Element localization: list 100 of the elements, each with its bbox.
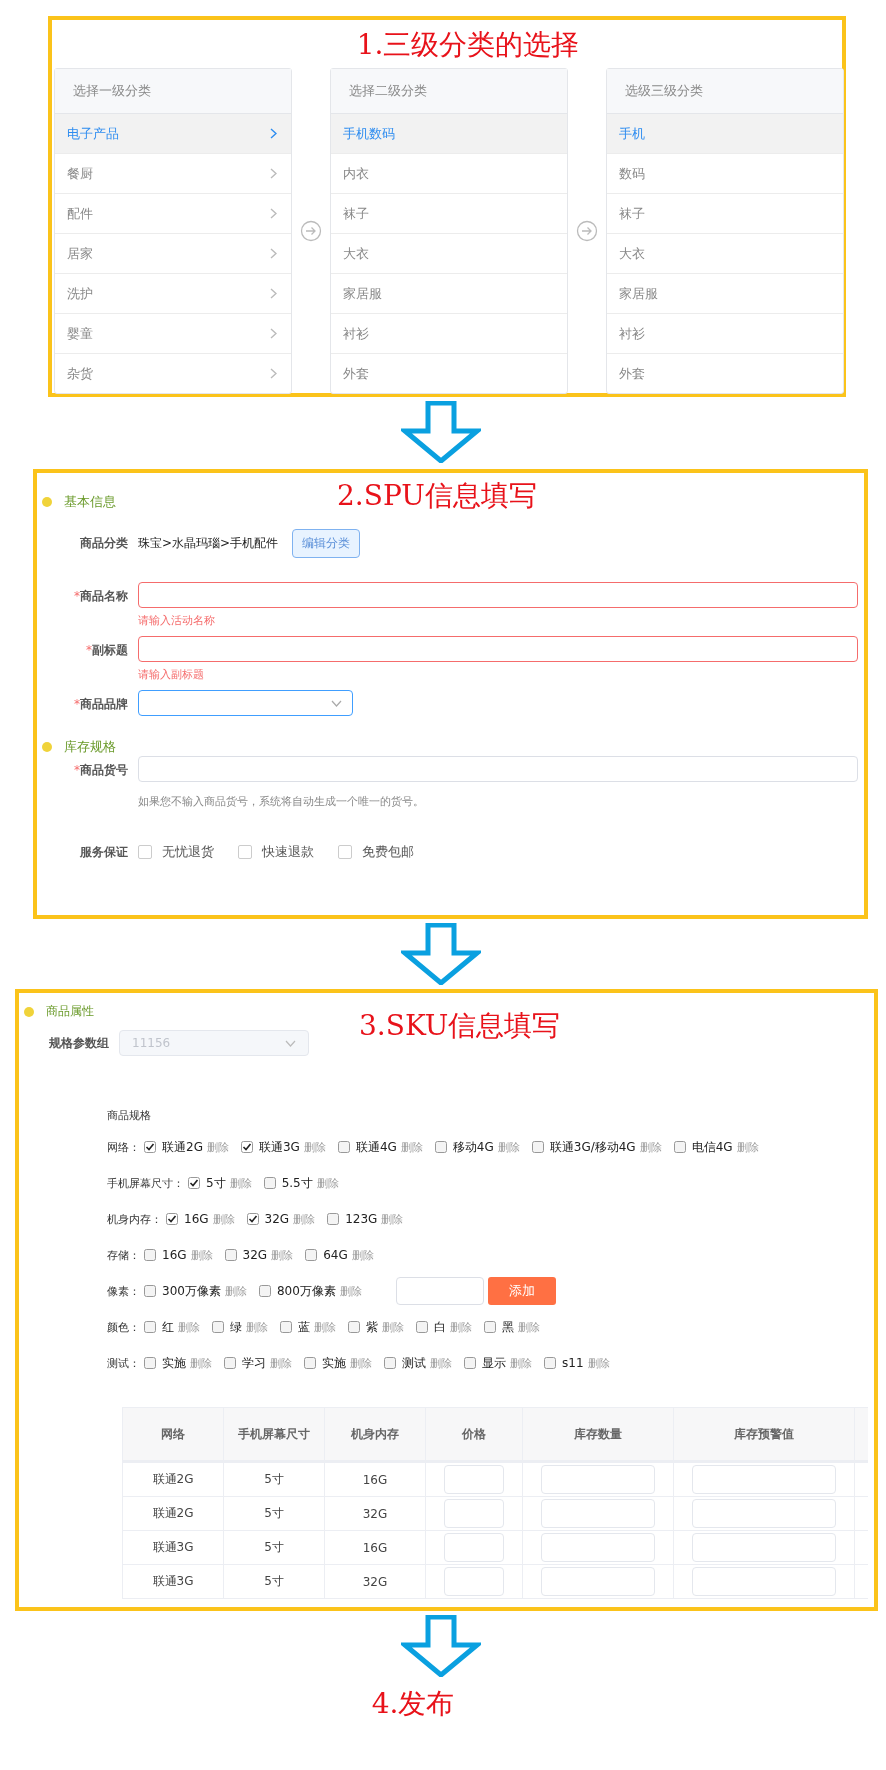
category-item[interactable]: 内衣 <box>331 154 567 194</box>
delete-link[interactable]: 删除 <box>271 1247 294 1263</box>
checkbox[interactable] <box>246 1213 259 1225</box>
category-item[interactable]: 家居服 <box>607 274 843 314</box>
delete-link[interactable]: 删除 <box>518 1319 540 1335</box>
option-label: 123G <box>345 1212 378 1226</box>
delete-link[interactable]: 删除 <box>450 1319 472 1335</box>
category-item[interactable]: 衬衫 <box>331 314 567 354</box>
delete-link[interactable]: 删除 <box>190 1247 213 1263</box>
delete-link[interactable]: 删除 <box>497 1139 520 1155</box>
category-item[interactable]: 衬衫 <box>607 314 843 354</box>
table-cell: 5寸 <box>223 1461 325 1497</box>
checkbox[interactable] <box>144 1249 156 1261</box>
category-item[interactable]: 手机 <box>607 114 843 154</box>
checkbox[interactable] <box>224 1249 237 1261</box>
checkbox[interactable] <box>240 1141 253 1153</box>
category-item[interactable]: 餐厨 <box>55 154 291 194</box>
hint-text: 如果您不输入商品货号，系统将自动生成一个唯一的货号。 <box>138 794 425 809</box>
checkbox[interactable] <box>464 1357 476 1369</box>
select-field[interactable] <box>138 690 353 716</box>
delete-link[interactable]: 删除 <box>270 1355 292 1371</box>
checkbox[interactable] <box>166 1213 178 1225</box>
category-item[interactable]: 大衣 <box>607 234 843 274</box>
category-item[interactable]: 家居服 <box>331 274 567 314</box>
checkbox[interactable] <box>327 1213 340 1225</box>
category-item[interactable]: 配件 <box>55 194 291 234</box>
add-button[interactable]: 添加 <box>487 1277 556 1305</box>
category-item[interactable]: 袜子 <box>607 194 843 234</box>
delete-link[interactable]: 删除 <box>400 1139 423 1155</box>
delete-link[interactable]: 删除 <box>381 1211 404 1227</box>
delete-link[interactable]: 删除 <box>229 1175 252 1191</box>
chevron-right-icon <box>270 168 277 179</box>
checkbox[interactable] <box>212 1321 224 1333</box>
checkbox[interactable] <box>544 1357 556 1369</box>
delete-link[interactable]: 删除 <box>430 1355 452 1371</box>
checkbox[interactable] <box>384 1357 396 1369</box>
category-item[interactable]: 手机数码 <box>331 114 567 154</box>
edit-category-button[interactable]: 编辑分类 <box>292 529 361 558</box>
checkbox[interactable] <box>144 1285 156 1297</box>
checkbox[interactable] <box>144 1357 156 1369</box>
checkbox[interactable] <box>280 1321 292 1333</box>
input-field[interactable] <box>138 582 858 608</box>
delete-link[interactable]: 删除 <box>293 1211 316 1227</box>
delete-link[interactable]: 删除 <box>206 1139 229 1155</box>
delete-link[interactable]: 删除 <box>350 1355 372 1371</box>
checkbox[interactable] <box>531 1141 544 1153</box>
category-item[interactable]: 居家 <box>55 234 291 274</box>
checkbox[interactable] <box>263 1177 276 1189</box>
option-label: 联通3G/移动4G <box>549 1138 636 1156</box>
checkbox[interactable] <box>304 1357 316 1369</box>
input-field[interactable] <box>138 636 858 662</box>
checkbox[interactable] <box>484 1321 496 1333</box>
option-label: 64G <box>323 1248 348 1262</box>
checkbox[interactable] <box>188 1177 200 1189</box>
delete-link[interactable]: 删除 <box>246 1319 268 1335</box>
delete-link[interactable]: 删除 <box>178 1319 200 1335</box>
option-label: 32G <box>242 1248 268 1262</box>
arrow-right-icon <box>576 220 598 242</box>
checkbox[interactable] <box>337 1141 350 1153</box>
delete-link[interactable]: 删除 <box>316 1175 339 1191</box>
checkbox[interactable] <box>305 1249 318 1261</box>
checkbox[interactable] <box>434 1141 447 1153</box>
down-arrow-icon <box>401 923 481 985</box>
category-item[interactable]: 婴童 <box>55 314 291 354</box>
checkbox[interactable] <box>144 1141 156 1153</box>
error-message: 请输入活动名称 <box>138 613 216 628</box>
delete-link[interactable]: 删除 <box>736 1139 759 1155</box>
delete-link[interactable]: 删除 <box>303 1139 326 1155</box>
category-item[interactable]: 外套 <box>607 354 843 393</box>
delete-link[interactable]: 删除 <box>510 1355 532 1371</box>
category-item[interactable]: 杂货 <box>55 354 291 393</box>
checkbox[interactable] <box>416 1321 428 1333</box>
category-item[interactable]: 电子产品 <box>55 114 291 154</box>
checkbox[interactable] <box>338 845 352 859</box>
delete-link[interactable]: 删除 <box>314 1319 336 1335</box>
category-item[interactable]: 数码 <box>607 154 843 194</box>
delete-link[interactable]: 删除 <box>190 1355 212 1371</box>
category-item[interactable]: 洗护 <box>55 274 291 314</box>
option-label: 蓝 <box>298 1318 310 1336</box>
delete-link[interactable]: 删除 <box>339 1283 362 1299</box>
category-item[interactable]: 外套 <box>331 354 567 393</box>
checkbox[interactable] <box>673 1141 686 1153</box>
panel-header: 选择一级分类 <box>55 69 291 114</box>
delete-link[interactable]: 删除 <box>351 1247 374 1263</box>
column-header: 手机屏幕尺寸 <box>223 1407 325 1462</box>
delete-link[interactable]: 删除 <box>212 1211 235 1227</box>
delete-link[interactable]: 删除 <box>224 1283 247 1299</box>
category-item[interactable]: 大衣 <box>331 234 567 274</box>
delete-link[interactable]: 删除 <box>587 1355 610 1371</box>
spec-label: 网络： <box>107 1139 140 1155</box>
checkbox[interactable] <box>144 1321 156 1333</box>
category-item[interactable]: 袜子 <box>331 194 567 234</box>
checkbox[interactable] <box>348 1321 360 1333</box>
delete-link[interactable]: 删除 <box>639 1139 662 1155</box>
delete-link[interactable]: 删除 <box>382 1319 404 1335</box>
checkbox[interactable] <box>138 845 152 859</box>
checkbox[interactable] <box>224 1357 236 1369</box>
section-label: 商品规格 <box>107 1108 152 1123</box>
checkbox[interactable] <box>258 1285 271 1297</box>
checkbox[interactable] <box>238 845 252 859</box>
